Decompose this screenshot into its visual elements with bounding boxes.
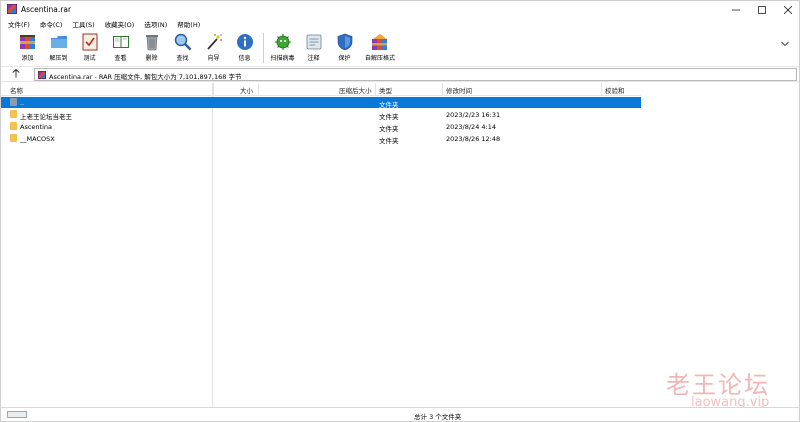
menu-bar: 文件(F) 命令(C) 工具(S) 收藏夹(O) 选项(N) 帮助(H) xyxy=(1,18,799,30)
virus-scan-label: 扫描病毒 xyxy=(270,55,295,62)
address-text: Ascentina.rar - RAR 压缩文件, 解包大小为 7,101,89… xyxy=(49,73,242,81)
title-bar: Ascentina.rar xyxy=(1,1,799,18)
comment-label: 注释 xyxy=(307,55,320,62)
test-icon xyxy=(82,33,97,51)
column-divider[interactable] xyxy=(213,83,214,96)
table-row[interactable]: .. 文件夹 xyxy=(1,97,641,109)
row-type: 文件夹 xyxy=(379,112,399,121)
maximize-icon xyxy=(758,5,766,14)
drive-status-icon[interactable] xyxy=(7,411,27,418)
row-type: 文件夹 xyxy=(379,100,399,109)
find-button[interactable]: 查找 xyxy=(167,30,198,64)
address-field[interactable]: Ascentina.rar - RAR 压缩文件, 解包大小为 7,101,89… xyxy=(34,68,797,81)
menu-command[interactable]: 命令(C) xyxy=(35,18,68,30)
folder-icon xyxy=(10,122,17,130)
row-name: 上老王论坛当老王 xyxy=(20,112,72,121)
column-header-crc[interactable]: 校验和 xyxy=(605,85,625,95)
protect-button[interactable]: 保护 xyxy=(329,30,360,64)
file-list: 名称 大小 压缩后大小 类型 修改时间 校验和 .. 文件夹 上老王论坛当老王 … xyxy=(1,83,800,407)
sfx-label: 自解压格式 xyxy=(364,55,395,62)
column-header-packed[interactable]: 压缩后大小 xyxy=(339,85,372,95)
column-divider[interactable] xyxy=(601,83,602,96)
row-modified: 2023/2/23 16:31 xyxy=(446,110,501,119)
close-button[interactable] xyxy=(775,1,800,18)
add-archive-icon xyxy=(19,35,35,49)
maximize-button[interactable] xyxy=(749,1,775,18)
row-name: Ascentina xyxy=(20,122,52,131)
row-modified: 2023/8/24 4:14 xyxy=(446,122,496,131)
column-divider[interactable] xyxy=(258,83,259,96)
close-icon xyxy=(784,5,792,14)
list-header: 名称 大小 压缩后大小 类型 修改时间 校验和 xyxy=(1,83,641,96)
view-book-icon xyxy=(112,36,129,48)
status-bar: 总计 3 个文件夹 xyxy=(1,407,799,421)
row-name: .. xyxy=(20,98,25,107)
delete-label: 删除 xyxy=(145,55,158,62)
winrar-window: Ascentina.rar 文件(F) 命令(C) 工具(S) 收藏夹(O) 选… xyxy=(0,0,800,422)
minimize-button[interactable] xyxy=(723,1,749,18)
info-label: 信息 xyxy=(238,55,251,62)
info-icon xyxy=(236,34,253,50)
wizard-wand-icon xyxy=(206,34,222,50)
table-row[interactable]: 上老王论坛当老王 文件夹 2023/2/23 16:31 xyxy=(1,109,641,121)
test-label: 测试 xyxy=(83,55,96,62)
add-label: 添加 xyxy=(21,55,34,62)
folder-icon xyxy=(10,110,17,118)
sfx-button[interactable]: 自解压格式 xyxy=(360,30,400,64)
table-row[interactable]: __MACOSX 文件夹 2023/8/26 12:48 xyxy=(1,133,641,145)
archive-icon xyxy=(38,71,46,79)
trash-icon xyxy=(145,35,158,51)
magnifier-icon xyxy=(174,33,191,51)
extract-to-button[interactable]: 解压到 xyxy=(43,30,74,64)
menu-file[interactable]: 文件(F) xyxy=(1,18,35,30)
folder-icon xyxy=(10,134,17,142)
parent-folder-icon xyxy=(10,98,17,106)
delete-button[interactable]: 删除 xyxy=(136,30,167,64)
view-label: 查看 xyxy=(114,55,127,62)
add-button[interactable]: 添加 xyxy=(12,30,43,64)
status-text: 总计 3 个文件夹 xyxy=(414,413,462,421)
minimize-icon xyxy=(732,9,740,10)
row-type: 文件夹 xyxy=(379,136,399,145)
column-header-type[interactable]: 类型 xyxy=(379,85,392,95)
toolbar-separator xyxy=(263,33,264,63)
test-button[interactable]: 测试 xyxy=(74,30,105,64)
menu-help[interactable]: 帮助(H) xyxy=(172,18,205,30)
toolbar-overflow-chevron[interactable] xyxy=(781,40,789,50)
extract-to-label: 解压到 xyxy=(49,55,68,62)
address-bar: Ascentina.rar - RAR 压缩文件, 解包大小为 7,101,89… xyxy=(1,66,799,82)
protect-label: 保护 xyxy=(338,55,351,62)
extract-to-icon xyxy=(50,36,67,48)
table-row[interactable]: Ascentina 文件夹 2023/8/24 4:14 xyxy=(1,121,641,133)
column-header-size[interactable]: 大小 xyxy=(240,85,253,95)
comment-icon xyxy=(306,34,321,50)
column-header-modified[interactable]: 修改时间 xyxy=(446,85,472,95)
arrow-up-icon xyxy=(12,68,20,78)
sfx-archive-icon xyxy=(372,34,387,50)
comment-button[interactable]: 注释 xyxy=(298,30,329,64)
info-button[interactable]: 信息 xyxy=(229,30,260,64)
menu-options[interactable]: 选项(N) xyxy=(139,18,172,30)
column-divider[interactable] xyxy=(442,83,443,96)
column-header-name[interactable]: 名称 xyxy=(10,85,23,95)
virus-scan-icon xyxy=(274,34,291,50)
wizard-button[interactable]: 向导 xyxy=(198,30,229,64)
up-folder-button[interactable] xyxy=(12,68,20,81)
column-divider[interactable] xyxy=(375,83,376,96)
wizard-label: 向导 xyxy=(207,55,220,62)
menu-tools[interactable]: 工具(S) xyxy=(67,18,99,30)
winrar-app-icon xyxy=(7,4,17,14)
view-button[interactable]: 查看 xyxy=(105,30,136,64)
toolbar: 添加 解压到 测试 查看 删除 查找 向导 信息 扫描病毒 注释 保护 自解压格… xyxy=(1,30,799,65)
chevron-down-icon xyxy=(781,41,789,47)
shield-icon xyxy=(337,33,352,51)
virus-scan-button[interactable]: 扫描病毒 xyxy=(267,30,298,64)
row-modified: 2023/8/26 12:48 xyxy=(446,134,501,143)
find-label: 查找 xyxy=(176,55,189,62)
row-type: 文件夹 xyxy=(379,124,399,133)
menu-favorites[interactable]: 收藏夹(O) xyxy=(100,18,140,30)
window-title: Ascentina.rar xyxy=(21,5,72,14)
row-name: __MACOSX xyxy=(20,134,55,143)
